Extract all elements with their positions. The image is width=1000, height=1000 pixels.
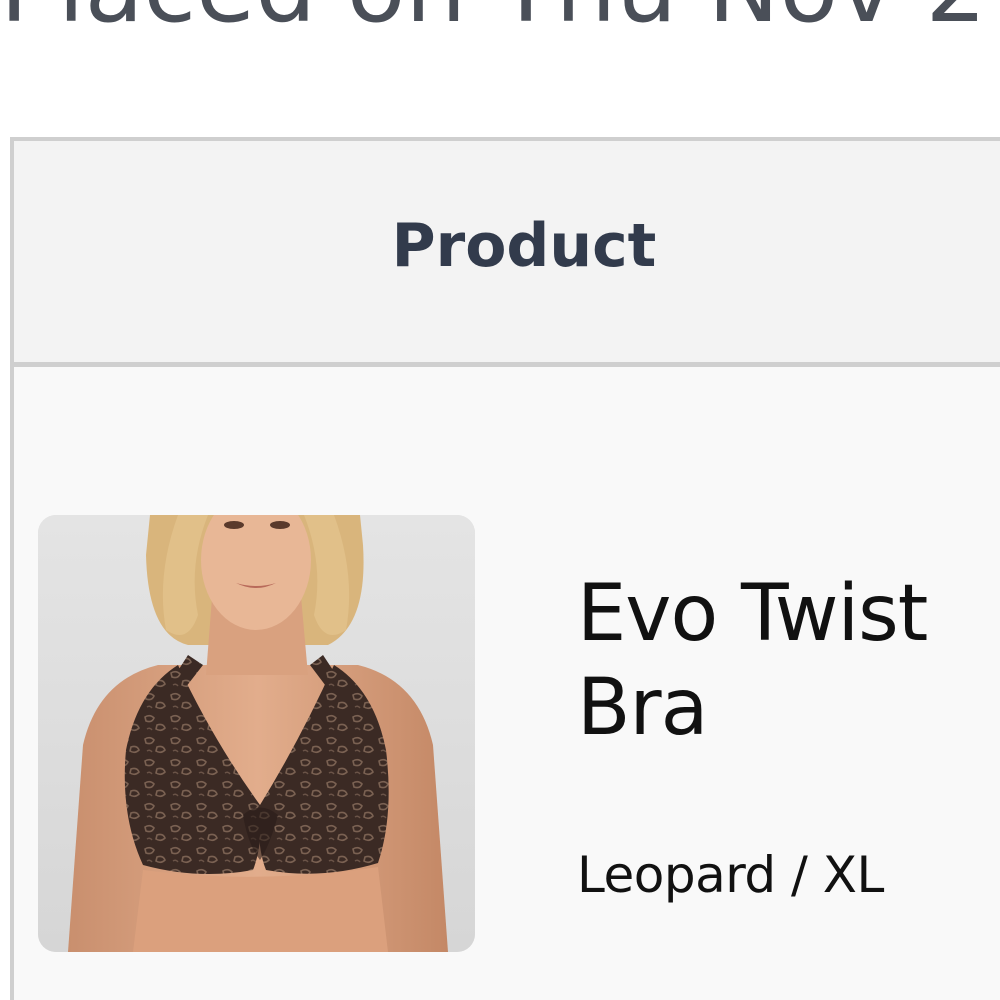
column-header-product: Product bbox=[391, 211, 657, 281]
order-placed-date: Placed on Thu Nov 27 2 bbox=[0, 0, 1000, 38]
order-items-table: Product Evo Twist Bra Leopard / XL bbox=[10, 137, 1000, 1000]
table-header: Product bbox=[14, 141, 1000, 367]
product-thumbnail[interactable] bbox=[38, 515, 475, 952]
product-name[interactable]: Evo Twist Bra bbox=[577, 567, 1000, 755]
table-row[interactable]: Evo Twist Bra Leopard / XL bbox=[14, 367, 1000, 1000]
product-photo bbox=[38, 515, 475, 952]
product-variant: Leopard / XL bbox=[577, 846, 884, 904]
order-details-page: Placed on Thu Nov 27 2 Product bbox=[0, 0, 1000, 1000]
